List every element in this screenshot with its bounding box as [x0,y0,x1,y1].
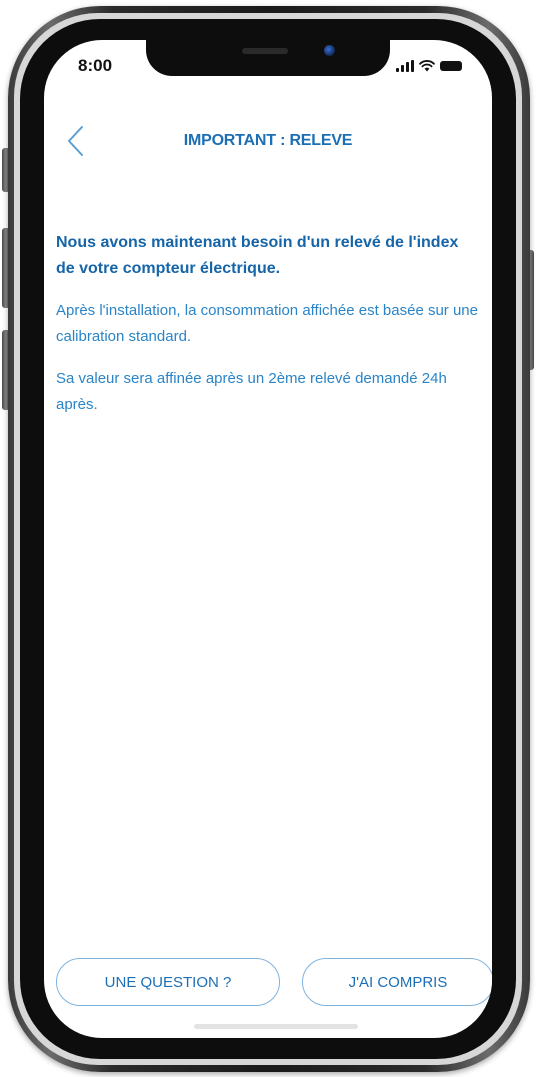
screen: 8:00 IMPORTANT : RELEVE Nous avons maint… [44,40,492,1038]
speaker-grille [242,48,288,54]
page-title: IMPORTANT : RELEVE [183,132,353,149]
status-time: 8:00 [78,56,113,75]
front-camera-icon [324,45,335,56]
cellular-signal-icon [396,60,414,72]
notch [146,40,390,76]
phone-mockup: 8:00 IMPORTANT : RELEVE Nous avons maint… [0,0,536,1077]
home-indicator[interactable] [194,1024,358,1029]
chevron-left-icon [68,126,83,156]
paragraph-calibration: Après l'installation, la consommation af… [56,302,478,345]
question-button[interactable]: UNE QUESTION ? [56,958,280,1006]
intro-text: Nous avons maintenant besoin d'un relevé… [56,234,459,277]
battery-icon [440,61,462,71]
understood-button[interactable]: J'AI COMPRIS [302,958,492,1006]
status-icons [396,60,462,72]
back-button[interactable] [64,124,88,158]
paragraph-second-reading: Sa valeur sera affinée après un 2ème rel… [56,370,447,413]
wifi-icon [419,60,435,72]
message-body: Nous avons maintenant besoin d'un relevé… [56,230,480,434]
